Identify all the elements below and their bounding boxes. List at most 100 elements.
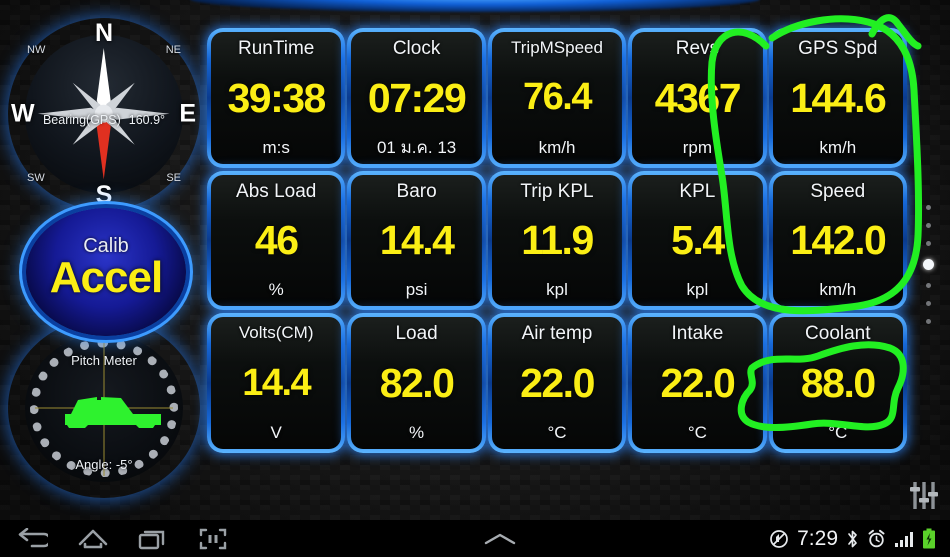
gauge-grid: RunTime 39:38 m:s Clock 07:29 01 ม.ค. 13… [207,28,907,453]
gauge-value: 5.4 [671,217,725,264]
page-dot[interactable] [926,301,931,306]
signal-bars-icon [894,530,914,548]
compass-northwest: NW [27,44,46,56]
sliders-icon[interactable] [908,478,940,517]
bearing-value: 160.9° [128,113,166,127]
pitch-meter-gauge[interactable]: Pitch Meter Angle: -5° [8,318,200,498]
page-dot[interactable] [926,283,931,288]
android-system-bar: 7:29 [0,520,950,557]
gauge-air-temp[interactable]: Air temp 22.0 °C [487,313,627,453]
gauge-value: 22.0 [660,360,735,407]
page-dot[interactable] [926,241,931,246]
accel-calibrate-button[interactable]: Calib Accel [26,208,186,336]
gauge-value: 11.9 [521,217,594,264]
alarm-icon [867,529,886,549]
gauge-unit: 01 ม.ค. 13 [376,137,457,157]
gauge-label: Volts(CM) [238,323,314,343]
compass-south: S [95,181,113,209]
gauge-label: Speed [810,180,866,202]
app-screen: N S W E NW NE SW SE Bearing(GPS)160.9° [0,0,950,557]
gauge-baro[interactable]: Baro 14.4 psi [347,170,486,311]
gauge-value: 4367 [654,74,742,121]
gauge-volts-cm[interactable]: Volts(CM) 14.4 V [207,313,346,453]
pitch-meter-title: Pitch Meter [71,353,137,369]
screenshot-icon[interactable] [196,526,230,552]
gauge-unit: km/h [538,137,576,157]
gauge-label: Trip KPL [520,180,594,202]
gauge-value: 07:29 [367,74,467,121]
gauge-clock[interactable]: Clock 07:29 01 ม.ค. 13 [347,28,486,168]
gauge-trip-kpl[interactable]: Trip KPL 11.9 kpl [487,170,627,311]
gauge-speed[interactable]: Speed 142.0 km/h [768,170,907,311]
gauge-label: KPL [679,180,716,202]
gauge-label: RunTime [238,38,315,59]
gauge-unit: % [409,422,425,442]
gauge-coolant[interactable]: Coolant 88.0 °C [768,313,907,453]
recents-icon[interactable] [136,526,170,552]
page-dot[interactable] [926,319,931,324]
gauge-unit: °C [828,422,848,442]
gauge-label: Abs Load [236,180,317,202]
compass-southwest: SW [27,172,45,184]
back-arrow-icon[interactable] [16,526,50,552]
gauge-unit: km/h [819,137,857,157]
pitch-angle-value: -5° [115,456,133,472]
status-clock: 7:29 [797,527,838,550]
compass-north: N [94,19,114,47]
status-icons[interactable]: 7:29 [769,528,950,549]
page-dot[interactable] [926,205,931,210]
compass-southeast: SE [166,172,181,184]
gauge-abs-load[interactable]: Abs Load 46 % [207,170,346,311]
bearing-label: Bearing(GPS) [42,113,121,127]
gauge-value: 14.4 [379,217,455,264]
gauge-intake[interactable]: Intake 22.0 °C [628,313,767,453]
compass-gauge[interactable]: N S W E NW NE SW SE Bearing(GPS) 160.9° [8,18,200,210]
car-icon [64,396,161,428]
gauge-value: 88.0 [800,360,876,407]
pitch-meter-angle: Angle: -5° [25,457,182,472]
gauge-unit: % [268,280,284,300]
gauge-unit: m:s [262,137,290,157]
battery-charging-icon [922,528,936,549]
gauge-label: Load [395,323,438,345]
gauge-value: 46 [254,217,299,264]
gauge-label: Revs [675,38,720,59]
chevron-up-icon [484,533,515,544]
gauge-value: 22.0 [520,360,595,407]
expand-handle[interactable] [230,531,769,547]
gauge-label: Coolant [805,323,871,345]
page-dot-active[interactable] [923,259,934,270]
gauge-label: Clock [392,38,441,59]
gauge-label: Intake [671,323,724,345]
gauge-value: 144.6 [790,74,887,121]
home-icon[interactable] [76,526,110,552]
gauge-value: 39:38 [227,74,327,121]
gauge-kpl[interactable]: KPL 5.4 kpl [628,170,767,311]
gauge-value: 14.4 [242,361,311,404]
bluetooth-icon [846,529,859,549]
gauge-unit: psi [405,280,428,300]
gauge-revs[interactable]: Revs 4367 rpm [628,28,767,168]
gauge-label: TripMSpeed [511,38,603,57]
gauge-load[interactable]: Load 82.0 % [347,313,486,453]
navigation-buttons [0,526,230,552]
gauge-unit: kpl [686,280,709,300]
gauge-unit: kpl [546,280,568,300]
gauge-gps-spd[interactable]: GPS Spd 144.6 km/h [768,28,907,168]
gauge-label: GPS Spd [798,38,878,59]
gauge-value: 76.4 [523,76,592,119]
gauge-tripmspeed[interactable]: TripMSpeed 76.4 km/h [487,28,627,168]
gauge-label: Air temp [521,323,593,345]
gauge-unit: km/h [819,280,857,300]
gauge-label: Baro [396,180,437,202]
page-indicator[interactable] [923,205,934,324]
mute-icon [769,529,789,549]
left-instrument-column: N S W E NW NE SW SE Bearing(GPS)160.9° [0,18,205,498]
pitch-angle-label: Angle: [75,456,113,472]
gauge-unit: V [270,422,282,442]
pitch-meter-face: Pitch Meter Angle: -5° [25,334,183,482]
gauge-runtime[interactable]: RunTime 39:38 m:s [207,28,346,168]
gauge-value: 142.0 [790,217,887,264]
page-dot[interactable] [926,223,931,228]
compass-northeast: NE [165,44,181,56]
